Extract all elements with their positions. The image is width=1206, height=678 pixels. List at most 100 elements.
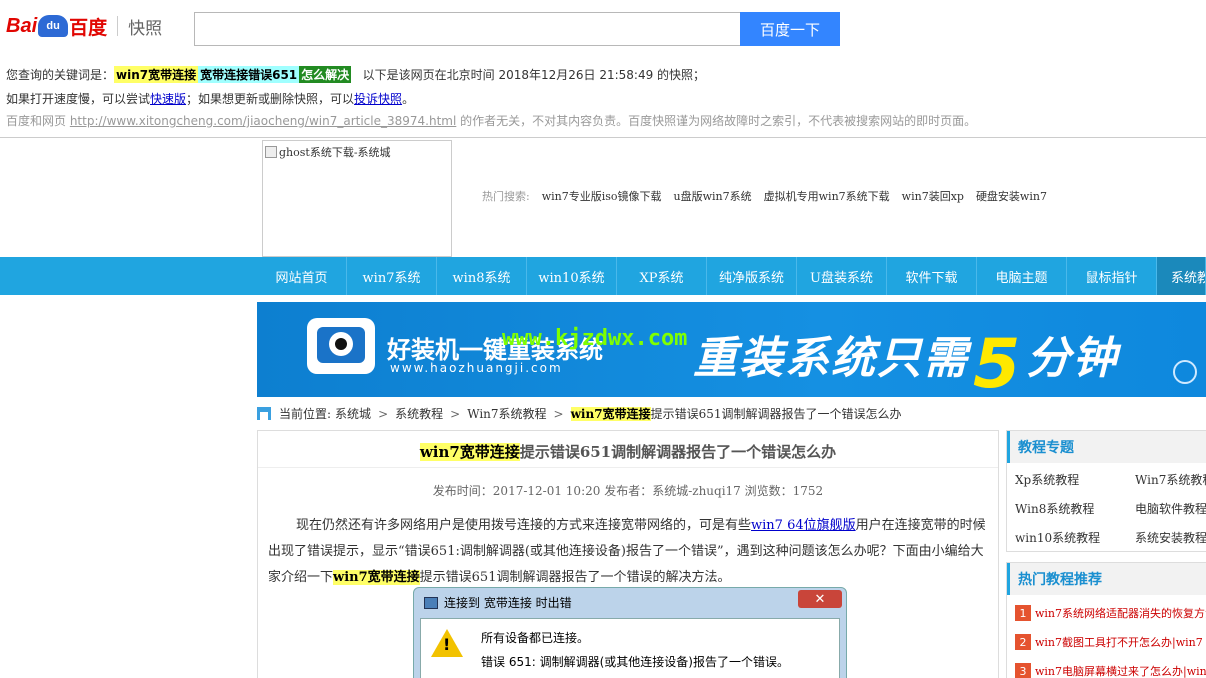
- hot-search-link[interactable]: u盘版win7系统: [674, 188, 752, 204]
- logo-snapshot-label: 快照: [128, 18, 163, 39]
- cursor-icon: [1173, 360, 1197, 384]
- rank-badge: 1: [1015, 605, 1031, 621]
- chevron-right-icon: >: [378, 406, 389, 421]
- sidebar-link[interactable]: Win8系统教程: [1015, 500, 1135, 517]
- dialog-title: 连接到 宽带连接 时出错: [424, 594, 572, 611]
- breadcrumb-link[interactable]: 系统城: [335, 405, 371, 422]
- breadcrumb-link[interactable]: 系统教程: [395, 405, 443, 422]
- breadcrumb: 当前位置: 系统城 > 系统教程 > Win7系统教程 > win7宽带连接提示…: [257, 405, 901, 422]
- logo-baidu-cn: 百度: [69, 16, 108, 39]
- nav-item-tutorials[interactable]: 系统教程: [1157, 257, 1206, 295]
- nav-item-usb[interactable]: U盘装系统: [797, 257, 887, 295]
- rank-badge: 2: [1015, 634, 1031, 650]
- breadcrumb-link[interactable]: Win7系统教程: [467, 405, 546, 422]
- sidebar-heading: 热门教程推荐: [1007, 563, 1206, 595]
- close-icon: ✕: [798, 590, 842, 608]
- disclaimer-text-2: 的作者无关，不对其内容负责。百度快照谨为网络故障时之索引，不代表被搜索网站的即时…: [456, 114, 977, 128]
- baidu-snapshot-header: Bai du 百度 快照 百度一下 您查询的关键词是： win7宽带连接 宽带连接错…: [0, 0, 1206, 138]
- article-meta: 发布时间：2017-12-01 10:20 发布者：系统城-zhuqi17 浏览…: [432, 484, 824, 498]
- sidebar-tutorial-topics: 教程专题 Xp系统教程 Win7系统教程 Win8系统教程 电脑软件教程 win…: [1006, 430, 1206, 552]
- ad-banner[interactable]: 好装机一键重装系统 www.haozhuangji.com www.kjzdwx…: [257, 302, 1206, 397]
- hot-search-link[interactable]: 硬盘安装win7: [976, 188, 1047, 204]
- sidebar-link[interactable]: Xp系统教程: [1015, 471, 1135, 488]
- banner-url: www.haozhuangji.com: [390, 361, 563, 375]
- hot-search: 热门搜索: win7专业版iso镜像下载 u盘版win7系统 虚拟机专用win7…: [482, 188, 1047, 204]
- article-title-text: 提示错误651调制解调器报告了一个错误怎么办: [519, 443, 837, 461]
- nav-item-home[interactable]: 网站首页: [257, 257, 347, 295]
- breadcrumb-current-highlight: win7宽带连接: [570, 407, 651, 421]
- breadcrumb-current-text: 提示错误651调制解调器报告了一个错误怎么办: [650, 407, 902, 421]
- hot-tutorial-item[interactable]: 1 win7系统网络适配器消失的恢复方法: [1015, 601, 1206, 625]
- breadcrumb-label: 当前位置:: [279, 407, 332, 421]
- article-divider: [258, 467, 998, 468]
- main-nav: 网站首页 win7系统 win8系统 win10系统 XP系统 纯净版系统 U盘…: [0, 257, 1206, 295]
- speed-text-3: 。: [402, 92, 415, 106]
- banner-slogan-pre: 重装系统只需: [693, 333, 969, 384]
- hot-tutorial-title[interactable]: win7截图工具打不开怎么办|win7: [1035, 634, 1203, 650]
- banner-slogan-number: 5: [973, 325, 1023, 397]
- sidebar-heading: 教程专题: [1007, 431, 1206, 463]
- dialog-body: ! 所有设备都已连接。 错误 651: 调制解调器(或其他连接设备)报告了一个错…: [420, 618, 840, 678]
- keyword-line: 您查询的关键词是： win7宽带连接 宽带连接错误651 怎么解决 以下是该网页在北京…: [6, 66, 705, 83]
- error-dialog-screenshot: 连接到 宽带连接 时出错 ✕ ! 所有设备都已连接。 错误 651: 调制解调器…: [413, 587, 847, 678]
- article-text-1: 现在仍然还有许多网络用户是使用拨号连接的方式来连接宽带网络的，可是有些: [296, 518, 752, 533]
- chevron-right-icon: >: [553, 406, 564, 421]
- speed-line: 如果打开速度慢，可以尝试快速版；如果想更新或删除快照，可以投诉快照。: [6, 90, 414, 107]
- sidebar-link[interactable]: 系统安装教程: [1135, 529, 1206, 546]
- nav-item-pure[interactable]: 纯净版系统: [707, 257, 797, 295]
- dialog-title-text: 连接到 宽带连接 时出错: [444, 596, 572, 610]
- logo-bai-text: Bai: [6, 14, 38, 37]
- search-input[interactable]: [195, 13, 740, 45]
- warning-mark: !: [443, 635, 451, 654]
- hot-search-link[interactable]: 虚拟机专用win7系统下载: [764, 188, 890, 204]
- article-text-3: 提示错误651调制解调器报告了一个错误的解决方法。: [419, 570, 731, 585]
- hot-tutorial-title[interactable]: win7系统网络适配器消失的恢复方法: [1035, 605, 1206, 621]
- baidu-logo[interactable]: Bai du 百度 快照: [6, 8, 162, 44]
- nav-item-win7[interactable]: win7系统: [347, 257, 437, 295]
- article-link[interactable]: win7 64位旗舰版: [751, 518, 856, 533]
- network-icon: [424, 596, 438, 609]
- nav-item-cursors[interactable]: 鼠标指针: [1067, 257, 1157, 295]
- article-title: win7宽带连接提示错误651调制解调器报告了一个错误怎么办: [258, 441, 998, 462]
- article: win7宽带连接提示错误651调制解调器报告了一个错误怎么办 发布时间：2017…: [257, 430, 999, 678]
- keyword-highlight-2: 宽带连接错误651: [198, 66, 300, 83]
- nav-item-win10[interactable]: win10系统: [527, 257, 617, 295]
- logo-divider: [117, 16, 119, 36]
- banner-slogan: 重装系统只需5分钟: [693, 322, 1118, 397]
- sidebar-link[interactable]: win10系统教程: [1015, 529, 1135, 546]
- article-highlight: win7宽带连接: [333, 570, 420, 585]
- site-logo-image[interactable]: ghost系统下载-系统城: [262, 140, 452, 257]
- nav-item-software[interactable]: 软件下载: [887, 257, 977, 295]
- disclaimer-line: 百度和网页 http://www.xitongcheng.com/jiaoche…: [6, 112, 976, 129]
- hot-tutorial-title[interactable]: win7电脑屏幕横过来了怎么办|win7: [1035, 663, 1206, 678]
- chevron-right-icon: >: [450, 406, 461, 421]
- disclaimer-text-1: 百度和网页: [6, 114, 70, 128]
- home-icon: [257, 407, 271, 420]
- banner-slogan-post: 分钟: [1026, 333, 1119, 384]
- hot-search-label: 热门搜索:: [482, 190, 530, 203]
- source-url-link[interactable]: http://www.xitongcheng.com/jiaocheng/win…: [70, 114, 456, 128]
- article-body: 现在仍然还有许多网络用户是使用拨号连接的方式来连接宽带网络的，可是有些win7 …: [268, 513, 988, 591]
- search-button[interactable]: 百度一下: [740, 12, 840, 46]
- keyword-prefix: 您查询的关键词是：: [6, 68, 115, 82]
- speed-text-2: ；如果想更新或删除快照，可以: [186, 92, 355, 106]
- keyword-highlight-3: 怎么解决: [299, 66, 352, 83]
- rank-badge: 3: [1015, 663, 1031, 678]
- nav-item-themes[interactable]: 电脑主题: [977, 257, 1067, 295]
- complain-snapshot-link[interactable]: 投诉快照: [354, 92, 402, 106]
- search-box: [194, 12, 740, 46]
- fast-version-link[interactable]: 快速版: [150, 92, 186, 106]
- dialog-message-1: 所有设备都已连接。: [481, 631, 590, 645]
- keyword-highlight-1: win7宽带连接: [114, 66, 199, 83]
- monitor-icon: [307, 318, 375, 374]
- hot-tutorial-item[interactable]: 2 win7截图工具打不开怎么办|win7: [1015, 630, 1206, 654]
- sidebar-link[interactable]: 电脑软件教程: [1135, 500, 1206, 517]
- sidebar-link[interactable]: Win7系统教程: [1135, 471, 1206, 488]
- nav-item-xp[interactable]: XP系统: [617, 257, 707, 295]
- hot-search-link[interactable]: win7专业版iso镜像下载: [542, 188, 662, 204]
- nav-item-win8[interactable]: win8系统: [437, 257, 527, 295]
- hot-tutorial-item[interactable]: 3 win7电脑屏幕横过来了怎么办|win7: [1015, 659, 1206, 678]
- hot-search-link[interactable]: win7装回xp: [902, 188, 964, 204]
- speed-text-1: 如果打开速度慢，可以尝试: [6, 92, 151, 106]
- snapshot-time-text: 以下是该网页在北京时间 2018年12月26日 21:58:49 的快照；: [362, 68, 706, 82]
